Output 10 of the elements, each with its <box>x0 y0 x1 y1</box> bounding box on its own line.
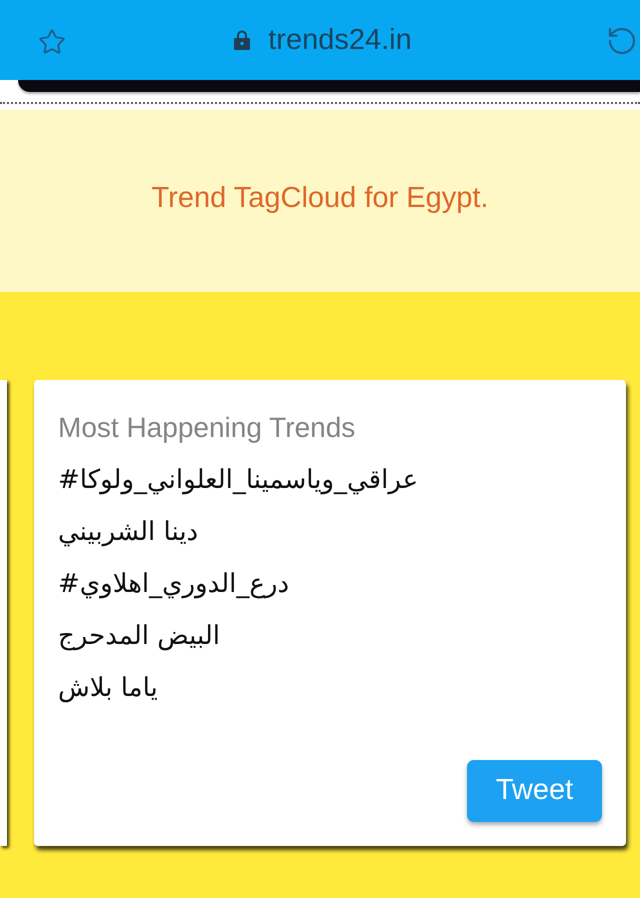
trend-item[interactable]: دينا الشربيني <box>58 506 198 558</box>
trend-item[interactable]: #عراقي_وياسمينا_العلواني_ولوكا <box>58 454 418 506</box>
trend-item[interactable]: البيض المدحرج <box>58 610 220 662</box>
trend-item[interactable]: ياما بلاش <box>58 662 158 714</box>
url-text[interactable]: trends24.in <box>268 23 412 57</box>
banner-title: Trend TagCloud for Egypt. <box>152 181 488 216</box>
reload-icon[interactable] <box>606 25 638 57</box>
trend-item[interactable]: #درع_الدوري_اهلاوي <box>58 558 290 610</box>
star-icon[interactable] <box>38 28 66 56</box>
card-title: Most Happening Trends <box>58 411 356 445</box>
